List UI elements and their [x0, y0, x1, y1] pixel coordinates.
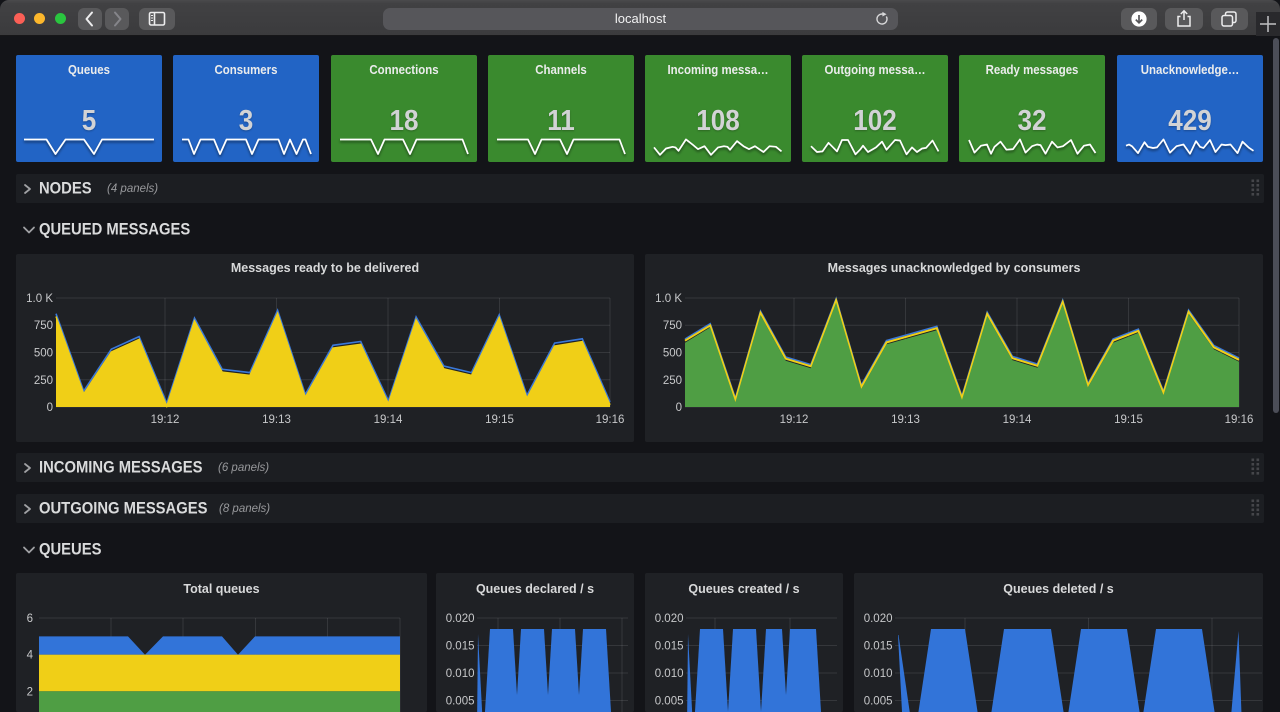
svg-text:19:16: 19:16: [1225, 414, 1254, 426]
svg-text:19:12: 19:12: [780, 414, 809, 426]
svg-text:0: 0: [676, 402, 682, 414]
svg-text:0.015: 0.015: [864, 641, 893, 653]
svg-text:0.015: 0.015: [655, 641, 684, 653]
svg-text:19:13: 19:13: [262, 414, 291, 426]
svg-text:19:15: 19:15: [485, 414, 514, 426]
svg-text:0.020: 0.020: [655, 613, 684, 625]
svg-text:0.010: 0.010: [864, 668, 893, 680]
svg-text:0.020: 0.020: [446, 613, 475, 625]
svg-text:0.005: 0.005: [864, 696, 893, 708]
svg-text:0.015: 0.015: [446, 641, 475, 653]
svg-text:0.005: 0.005: [446, 696, 475, 708]
svg-text:0.010: 0.010: [655, 668, 684, 680]
svg-text:19:16: 19:16: [596, 414, 625, 426]
svg-text:0: 0: [47, 402, 53, 414]
svg-text:0.020: 0.020: [864, 613, 893, 625]
svg-text:500: 500: [34, 348, 53, 360]
svg-text:0.005: 0.005: [655, 696, 684, 708]
svg-text:250: 250: [663, 375, 682, 387]
svg-text:19:13: 19:13: [891, 414, 920, 426]
svg-text:250: 250: [34, 375, 53, 387]
svg-text:750: 750: [34, 320, 53, 332]
svg-text:19:15: 19:15: [1114, 414, 1143, 426]
svg-text:19:14: 19:14: [1003, 414, 1032, 426]
svg-text:0.010: 0.010: [446, 668, 475, 680]
svg-text:6: 6: [27, 613, 33, 625]
svg-text:2: 2: [27, 686, 33, 698]
svg-text:750: 750: [663, 320, 682, 332]
svg-text:1.0 K: 1.0 K: [26, 293, 53, 305]
svg-text:500: 500: [663, 348, 682, 360]
svg-text:1.0 K: 1.0 K: [655, 293, 682, 305]
svg-text:4: 4: [27, 650, 34, 662]
svg-text:19:12: 19:12: [151, 414, 180, 426]
svg-text:19:14: 19:14: [374, 414, 403, 426]
